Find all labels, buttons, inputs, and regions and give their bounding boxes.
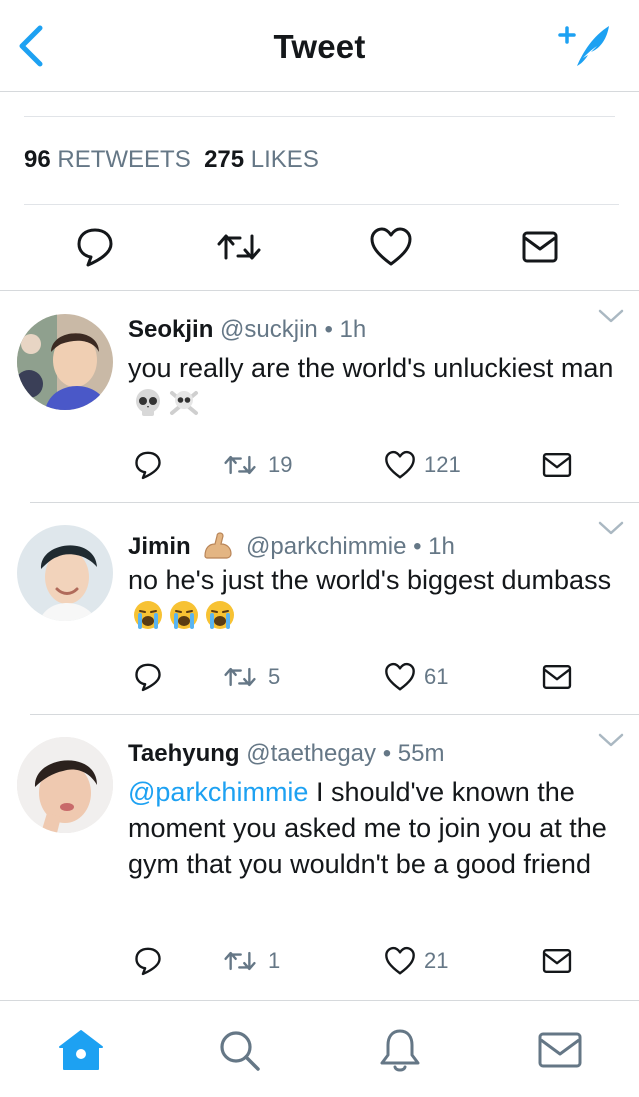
retweet-count: 1 xyxy=(268,948,281,973)
divider xyxy=(24,116,615,117)
likes-count[interactable]: 275 xyxy=(204,146,244,173)
home-icon[interactable] xyxy=(56,1025,106,1075)
bottom-tab-bar xyxy=(0,1000,639,1097)
loudly-crying-face-emoji-icon xyxy=(134,601,162,629)
search-icon[interactable] xyxy=(214,1025,264,1075)
username[interactable]: @taethegay xyxy=(246,740,376,767)
heart-icon xyxy=(385,662,415,691)
display-name[interactable]: Jimin xyxy=(128,533,191,560)
loudly-crying-face-emoji-icon xyxy=(170,601,198,629)
username[interactable]: @parkchimmie xyxy=(246,533,406,560)
reply-icon xyxy=(135,663,161,692)
chevron-down-icon[interactable] xyxy=(597,730,625,750)
reply-icon[interactable] xyxy=(70,222,120,272)
tweet-stats: 96 RETWEETS 275 LIKES xyxy=(24,146,319,174)
reply-button[interactable] xyxy=(130,941,166,981)
dm-button[interactable] xyxy=(539,445,575,485)
like-count: 121 xyxy=(424,452,461,477)
like-count: 61 xyxy=(424,664,449,689)
envelope-icon xyxy=(542,453,572,477)
timestamp: • 1h xyxy=(324,316,367,343)
tweet-header: Seokjin @suckjin • 1h xyxy=(128,316,366,344)
reply-icon xyxy=(135,451,161,480)
divider xyxy=(0,290,639,291)
like-count: 21 xyxy=(424,948,449,973)
tweet-text-content: you really are the world's unluckiest ma… xyxy=(128,353,614,383)
page-title: Tweet xyxy=(273,28,366,65)
likes-label[interactable]: LIKES xyxy=(251,146,319,173)
username[interactable]: @suckjin xyxy=(220,316,318,343)
top-nav-bar: Tweet xyxy=(0,0,639,92)
tweet-text: @parkchimmie I should've known the momen… xyxy=(128,774,628,882)
retweets-count[interactable]: 96 xyxy=(24,146,51,173)
tweet-action-bar xyxy=(0,222,639,278)
bell-icon[interactable] xyxy=(375,1025,425,1075)
display-name[interactable]: Taehyung xyxy=(128,740,240,767)
dm-button[interactable] xyxy=(539,657,575,697)
retweet-count: 19 xyxy=(268,452,293,477)
like-button[interactable]: 121 xyxy=(382,445,461,485)
tweet-header: Jimin @parkchimmie • 1h xyxy=(128,528,455,561)
retweet-icon[interactable] xyxy=(214,222,264,272)
retweet-button[interactable]: 1 xyxy=(218,941,280,981)
reply-button[interactable] xyxy=(130,445,166,485)
tweet-text-content: no he's just the world's biggest dumbass xyxy=(128,565,612,595)
timestamp: • 1h xyxy=(413,533,455,560)
tweet-header: Taehyung @taethegay • 55m xyxy=(128,740,444,768)
tweet-text: no he's just the world's biggest dumbass xyxy=(128,562,628,634)
heart-icon[interactable] xyxy=(366,222,416,272)
tweet-text: you really are the world's unluckiest ma… xyxy=(128,350,628,422)
flexed-biceps-emoji-icon xyxy=(204,532,232,559)
divider xyxy=(30,714,639,715)
reply-button[interactable] xyxy=(130,657,166,697)
avatar[interactable] xyxy=(17,737,113,833)
dm-button[interactable] xyxy=(539,941,575,981)
avatar[interactable] xyxy=(17,525,113,621)
reply-icon xyxy=(135,947,161,976)
envelope-icon[interactable] xyxy=(515,222,565,272)
retweet-button[interactable]: 5 xyxy=(218,657,280,697)
loudly-crying-face-emoji-icon xyxy=(206,601,234,629)
retweet-button[interactable]: 19 xyxy=(218,445,292,485)
envelope-icon[interactable] xyxy=(535,1025,585,1075)
chevron-down-icon[interactable] xyxy=(597,518,625,538)
display-name[interactable]: Seokjin xyxy=(128,316,213,343)
skull-emoji-icon xyxy=(136,389,160,416)
heart-icon xyxy=(385,450,415,479)
envelope-icon xyxy=(542,665,572,689)
like-button[interactable]: 61 xyxy=(382,657,448,697)
divider xyxy=(30,502,639,503)
divider xyxy=(24,204,619,205)
avatar[interactable] xyxy=(17,314,113,410)
timestamp: • 55m xyxy=(382,740,445,767)
heart-icon xyxy=(385,946,415,975)
retweet-count: 5 xyxy=(268,664,281,689)
retweet-icon xyxy=(224,455,256,475)
retweet-icon xyxy=(224,951,256,971)
chevron-down-icon[interactable] xyxy=(597,306,625,326)
retweets-label[interactable]: RETWEETS xyxy=(57,146,190,173)
envelope-icon xyxy=(542,949,572,973)
retweet-icon xyxy=(224,667,256,687)
mention-link[interactable]: @parkchimmie xyxy=(128,777,308,807)
compose-feather-icon[interactable] xyxy=(557,22,613,70)
skull-crossbones-emoji-icon xyxy=(170,391,198,415)
like-button[interactable]: 21 xyxy=(382,941,448,981)
